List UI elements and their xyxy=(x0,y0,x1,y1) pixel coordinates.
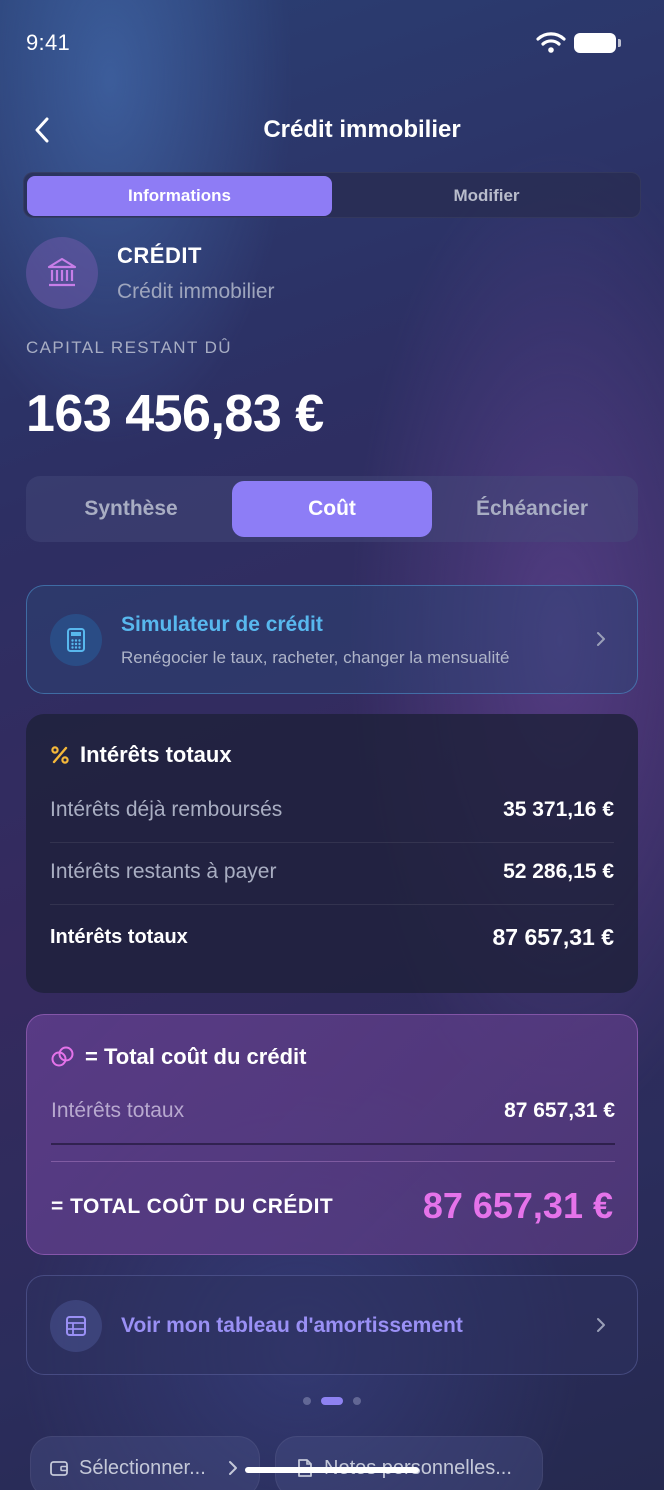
simulator-title: Simulateur de crédit xyxy=(121,613,323,636)
table-icon-badge xyxy=(50,1300,102,1352)
total-cost-card: = Total coût du crédit Intérêts totaux 8… xyxy=(26,1014,638,1255)
total-cost-row: Intérêts totaux 87 657,31 € xyxy=(51,1099,615,1123)
divider xyxy=(51,1143,615,1145)
capital-label: CAPITAL RESTANT DÛ xyxy=(26,338,232,357)
tab-synthese[interactable]: Synthèse xyxy=(31,481,231,537)
battery-icon xyxy=(574,33,621,53)
capital-value: 163 456,83 € xyxy=(26,385,324,443)
page-dot-active[interactable] xyxy=(321,1397,343,1405)
amortization-label: Voir mon tableau d'amortissement xyxy=(121,1314,463,1337)
section-tabs: Synthèse Coût Échéancier xyxy=(26,476,638,542)
divider xyxy=(51,1161,615,1162)
calculator-icon-badge xyxy=(50,614,102,666)
page-dot[interactable] xyxy=(303,1397,311,1405)
row-label: Intérêts totaux xyxy=(50,926,188,948)
page-dot[interactable] xyxy=(353,1397,361,1405)
chevron-right-icon xyxy=(229,1461,237,1475)
personal-notes-chip[interactable]: Notes personnelles... xyxy=(275,1436,543,1490)
interests-card: Intérêts totaux Intérêts déjà remboursés… xyxy=(26,714,638,993)
coins-icon xyxy=(51,1046,74,1067)
interest-row-remaining: Intérêts restants à payer 52 286,15 € xyxy=(50,860,614,884)
credit-type: CRÉDIT xyxy=(117,243,202,268)
total-cost-value: 87 657,31 € xyxy=(422,1185,613,1226)
info-modify-segmented-control: Informations Modifier xyxy=(23,172,641,218)
simulator-subtitle: Renégocier le taux, racheter, changer la… xyxy=(121,648,510,667)
interests-title: Intérêts totaux xyxy=(80,742,232,767)
interest-row-paid: Intérêts déjà remboursés 35 371,16 € xyxy=(50,798,614,822)
divider xyxy=(50,904,614,905)
percent-icon xyxy=(51,746,69,764)
wifi-icon xyxy=(536,32,566,53)
credit-name: Crédit immobilier xyxy=(117,280,275,303)
row-label: Intérêts totaux xyxy=(51,1099,185,1122)
total-cost-label: = TOTAL COÛT DU CRÉDIT xyxy=(51,1195,334,1218)
row-value: 35 371,16 € xyxy=(503,798,614,821)
interest-row-total: Intérêts totaux 87 657,31 € xyxy=(50,924,614,951)
tab-informations[interactable]: Informations xyxy=(27,176,332,216)
home-indicator[interactable] xyxy=(245,1467,419,1473)
row-value: 87 657,31 € xyxy=(504,1099,615,1122)
chevron-right-icon xyxy=(597,1318,605,1332)
total-cost-title: = Total coût du crédit xyxy=(85,1044,307,1069)
calculator-icon xyxy=(67,628,85,652)
chip-label: Sélectionner... xyxy=(79,1457,206,1479)
bank-icon xyxy=(47,257,77,287)
page-title: Crédit immobilier xyxy=(263,116,461,143)
row-value: 52 286,15 € xyxy=(503,860,614,883)
row-value: 87 657,31 € xyxy=(492,924,614,950)
divider xyxy=(50,842,614,843)
amortization-table-button[interactable]: Voir mon tableau d'amortissement xyxy=(26,1275,638,1375)
total-cost-header: = Total coût du crédit xyxy=(51,1044,306,1070)
bank-avatar xyxy=(26,237,98,309)
credit-simulator-card[interactable]: Simulateur de crédit Renégocier le taux,… xyxy=(26,585,638,694)
row-label: Intérêts déjà remboursés xyxy=(50,798,283,821)
wallet-icon xyxy=(50,1461,68,1476)
tab-echeancier[interactable]: Échéancier xyxy=(432,481,632,537)
tab-modifier[interactable]: Modifier xyxy=(334,176,639,216)
select-chip[interactable]: Sélectionner... xyxy=(30,1436,260,1490)
table-icon xyxy=(66,1316,86,1336)
chevron-right-icon xyxy=(597,632,605,646)
tab-cout[interactable]: Coût xyxy=(232,481,432,537)
status-time: 9:41 xyxy=(26,30,71,55)
row-label: Intérêts restants à payer xyxy=(50,860,277,883)
interests-header: Intérêts totaux xyxy=(50,742,232,768)
